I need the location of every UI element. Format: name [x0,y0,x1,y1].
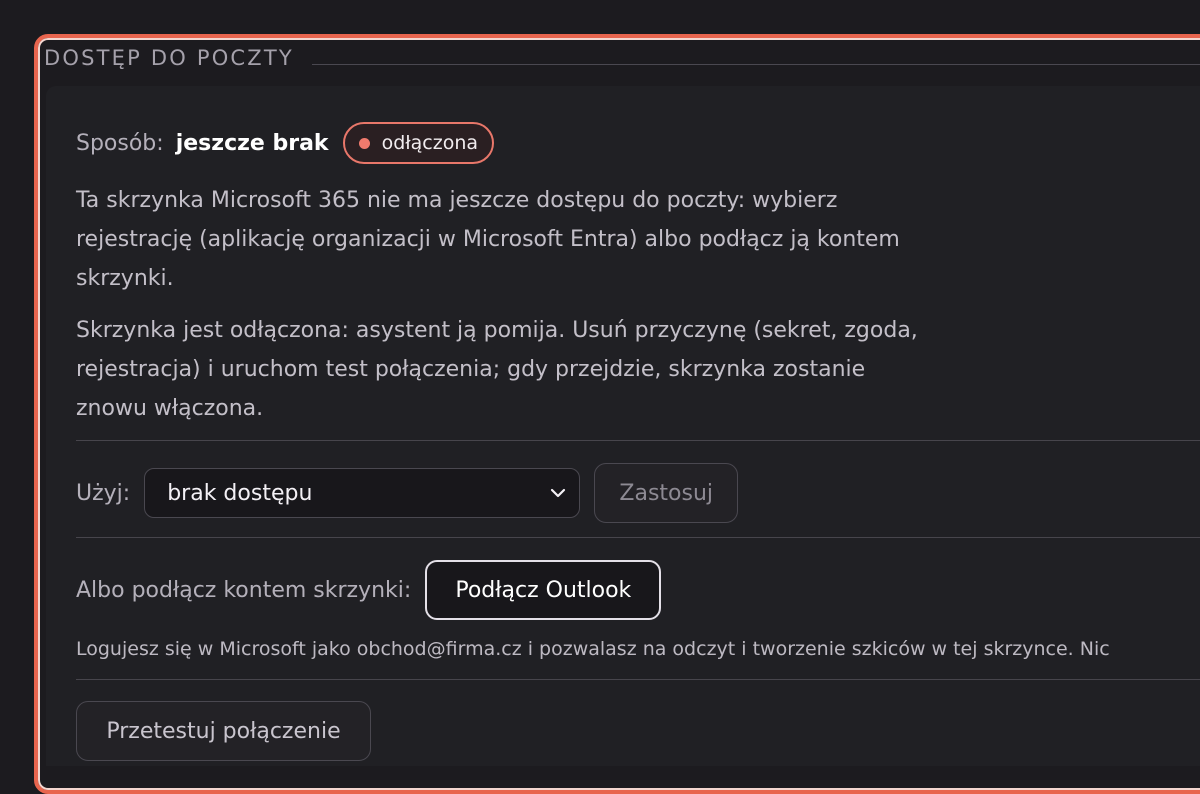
section-title: DOSTĘP DO POCZTY [44,46,294,70]
method-value: jeszcze brak [175,130,329,156]
connect-row: Albo podłącz kontem skrzynki: Podłącz Ou… [76,560,662,620]
divider [76,537,1200,538]
access-select[interactable]: brak dostępu [144,468,581,518]
connect-label: Albo podłącz kontem skrzynki: [76,577,412,603]
chevron-down-icon [551,488,566,498]
connect-hint: Logujesz się w Microsoft jako obchod@fir… [76,638,1110,660]
status-badge: odłączona [342,122,495,164]
divider [76,679,1200,680]
status-badge-label: odłączona [381,132,479,154]
test-connection-button[interactable]: Przetestuj połączenie [76,701,371,761]
description-paragraph-1: Ta skrzynka Microsoft 365 nie ma jeszcze… [76,188,900,291]
apply-button[interactable]: Zastosuj [594,463,739,523]
use-label: Użyj: [76,480,131,506]
divider [76,440,1200,441]
access-select-value: brak dostępu [167,480,313,506]
section-divider [312,64,1200,65]
use-row: Użyj: brak dostępu Zastosuj [76,463,739,523]
method-row: Sposób: jeszcze brak odłączona [76,120,495,166]
method-label: Sposób: [76,130,164,156]
description-paragraph-2: Skrzynka jest odłączona: asystent ją pom… [76,318,918,421]
status-dot-icon [358,137,370,149]
connect-outlook-button[interactable]: Podłącz Outlook [425,560,662,620]
